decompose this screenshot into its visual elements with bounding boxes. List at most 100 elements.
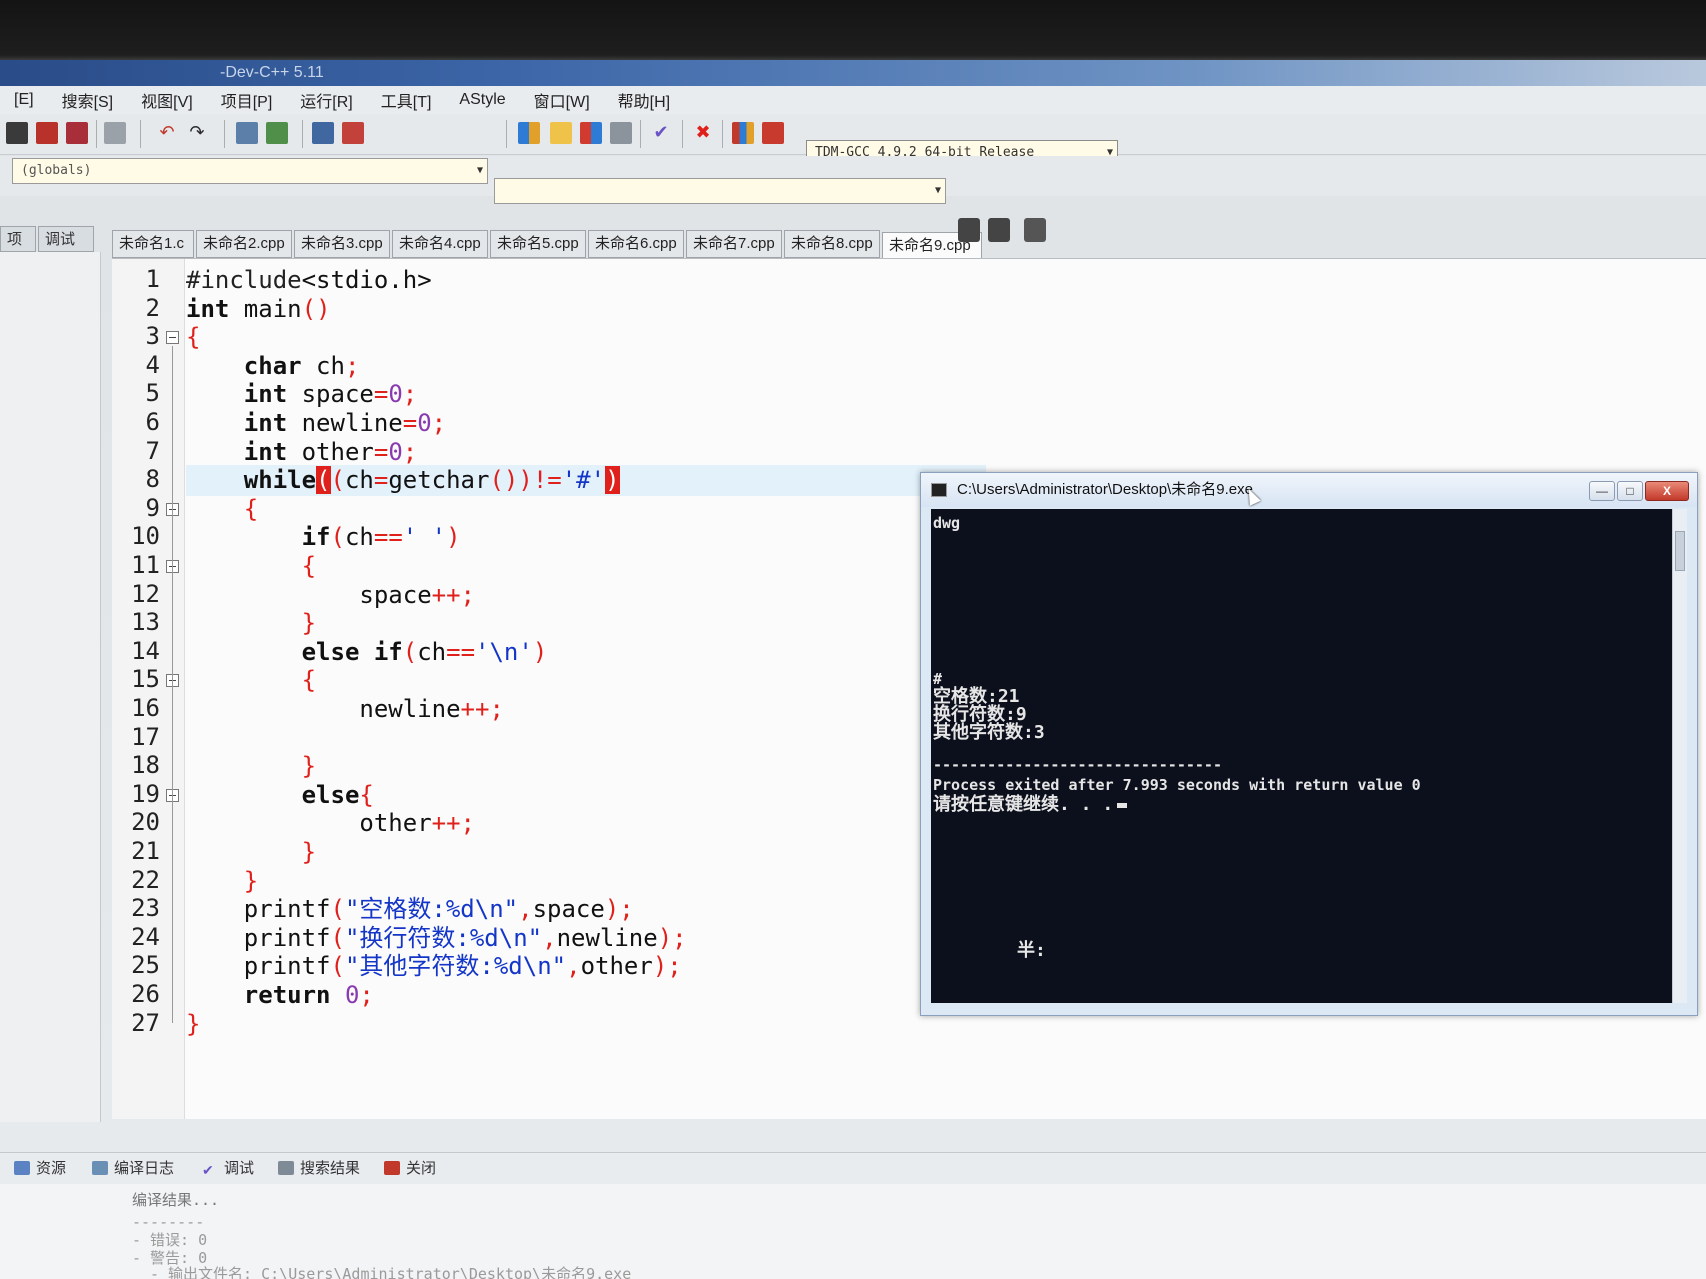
editor-tab[interactable]: 未命名2.cpp	[196, 230, 292, 258]
editor-tab[interactable]: 未命名8.cpp	[784, 230, 880, 258]
code-line: {	[301, 552, 317, 580]
tab-label: 关闭	[406, 1160, 437, 1177]
console-line: dwg	[933, 514, 961, 532]
tab-close[interactable]: 关闭	[384, 1157, 436, 1181]
editor-tab[interactable]: 未命名5.cpp	[490, 230, 586, 258]
editor-tab[interactable]: 未命名4.cpp	[392, 230, 488, 258]
line-number: 22	[131, 865, 160, 894]
tab-compile-log[interactable]: 编译日志	[92, 1157, 174, 1181]
menu-item-run[interactable]: 运行[R]	[286, 88, 366, 112]
editor-tab[interactable]: 未命名3.cpp	[294, 230, 390, 258]
line-number: 23	[131, 894, 160, 923]
console-prompt: 请按任意键继续. . .	[933, 794, 1114, 815]
tab-debug-output[interactable]: ✔ 调试	[202, 1157, 254, 1181]
resources-icon	[14, 1161, 30, 1175]
tab-search-results[interactable]: 搜索结果	[278, 1157, 360, 1181]
tab-label: 资源	[36, 1160, 67, 1177]
indent-icon[interactable]	[312, 122, 334, 144]
fold-toggle-icon[interactable]	[166, 331, 179, 345]
line-number: 12	[131, 579, 160, 608]
console-output[interactable]: dwg # 空格数:21 换行符数:9 其他字符数:3 ------------…	[931, 509, 1673, 1003]
rebuild-icon[interactable]	[610, 122, 632, 144]
replace-icon[interactable]	[266, 122, 288, 144]
tab-project[interactable]: 项目	[0, 226, 36, 272]
console-prompt-line: 请按任意键继续. . .	[933, 794, 1128, 815]
search-icon	[278, 1161, 294, 1175]
menu-item-search[interactable]: 搜索[S]	[48, 88, 128, 112]
code-line: printf("其他字符数:%d\n",other);	[186, 952, 682, 981]
code-line: }	[301, 609, 317, 638]
menu-item-view[interactable]: 视图[V]	[127, 88, 207, 112]
editor-tab[interactable]: 未命名6.cpp	[588, 230, 684, 258]
editor-tab[interactable]: 未命名7.cpp	[686, 230, 782, 258]
line-number: 18	[131, 751, 160, 780]
stop-icon[interactable]: ✖	[692, 122, 714, 144]
code-line: int other=0;	[243, 437, 418, 466]
compile-log-panel: 编译结果... -------- - 错误: 0 - 警告: 0 - 输出文件名…	[0, 1184, 1706, 1279]
previous-tab-icon[interactable]	[958, 218, 980, 242]
code-line: int space=0;	[243, 380, 418, 409]
code-line: }	[243, 866, 259, 895]
chart-icon[interactable]	[732, 122, 754, 144]
maximize-button[interactable]: □	[1617, 481, 1643, 501]
menu-item-window[interactable]: 窗口[W]	[520, 88, 604, 112]
unindent-icon[interactable]	[342, 122, 364, 144]
line-number: 24	[131, 922, 160, 951]
close-button[interactable]: X	[1645, 481, 1689, 501]
menu-item-edit[interactable]: [E]	[0, 91, 48, 109]
code-line: printf("换行符数:%d\n",newline);	[186, 923, 687, 952]
menu-item-project[interactable]: 项目[P]	[207, 88, 287, 112]
compile-run-icon[interactable]	[580, 122, 602, 144]
console-window: C:\Users\Administrator\Desktop\未命名9.exe …	[920, 472, 1698, 1016]
function-combo[interactable]: ▼	[494, 178, 946, 204]
save-icon[interactable]	[66, 122, 88, 144]
line-number: 27	[131, 1008, 160, 1037]
line-number: 14	[131, 636, 160, 665]
line-number-gutter: 1 2 3 4 5 6 7 8 9 10 11 12 13 14 15 16 17 18 19 20 21 22 23 24 2…	[112, 259, 185, 1119]
find-icon[interactable]	[236, 122, 258, 144]
debug-icon[interactable]	[762, 122, 784, 144]
new-file-icon[interactable]	[6, 122, 28, 144]
code-line: {	[186, 323, 201, 352]
chevron-down-icon: ▼	[934, 185, 941, 196]
tab-list-icon[interactable]	[1024, 218, 1046, 242]
run-icon[interactable]	[550, 122, 572, 144]
scrollbar-thumb[interactable]	[1675, 531, 1685, 571]
console-title-bar[interactable]: C:\Users\Administrator\Desktop\未命名9.exe …	[921, 473, 1697, 507]
code-line: space++;	[186, 580, 475, 609]
log-line: - 输出文件名: C:\Users\Administrator\Desktop\…	[150, 1265, 632, 1279]
tab-label: 调试	[224, 1160, 255, 1177]
line-number: 6	[145, 408, 160, 436]
print-icon[interactable]	[104, 122, 126, 144]
toolbar-separator	[640, 120, 641, 148]
menu-item-astyle[interactable]: AStyle	[445, 91, 519, 109]
line-number: 8	[145, 465, 160, 494]
menu-item-help[interactable]: 帮助[H]	[604, 88, 684, 112]
line-number: 15	[131, 665, 160, 694]
check-icon[interactable]: ✔	[650, 122, 672, 144]
redo-icon[interactable]: ↷	[186, 122, 208, 144]
line-number: 17	[131, 722, 160, 751]
code-line: else if(ch=='\n')	[301, 637, 548, 666]
next-tab-icon[interactable]	[988, 218, 1010, 242]
scope-combo[interactable]: (globals) ▼	[12, 158, 488, 184]
code-line: if(ch==' ')	[301, 523, 461, 552]
scope-bar: (globals) ▼ ▼	[0, 156, 1706, 204]
console-line: --------------------------------	[933, 756, 1222, 774]
compile-icon[interactable]	[518, 122, 540, 144]
editor-tab[interactable]: 未命名1.c	[112, 230, 194, 258]
tab-resources[interactable]: 资源	[14, 1157, 66, 1181]
tab-debug[interactable]: 调试	[38, 226, 94, 252]
console-scrollbar[interactable]	[1672, 509, 1687, 1003]
minimize-button[interactable]: —	[1589, 481, 1615, 501]
undo-icon[interactable]: ↶	[156, 122, 178, 144]
open-icon[interactable]	[36, 122, 58, 144]
log-line: - 错误: 0	[132, 1231, 208, 1249]
chevron-down-icon: ▼	[476, 165, 483, 176]
text-cursor	[1117, 802, 1128, 808]
toolbar-separator	[506, 120, 507, 148]
code-line: {	[243, 494, 259, 523]
menu-item-tools[interactable]: 工具[T]	[367, 88, 446, 112]
console-line: 其他字符数:3	[933, 722, 1045, 743]
line-number: 4	[145, 350, 160, 379]
